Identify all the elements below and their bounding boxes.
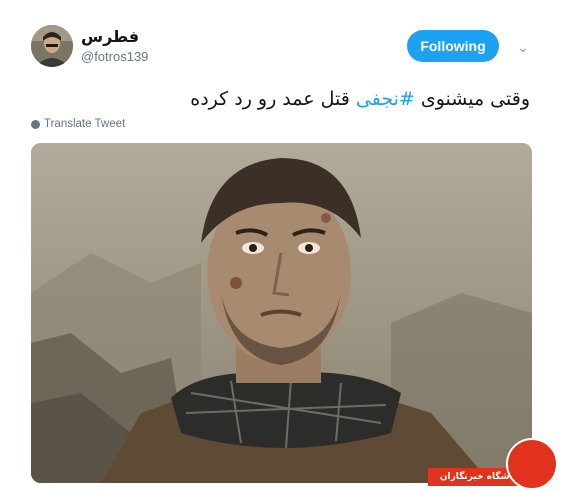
user-handle[interactable]: @fotros139: [81, 48, 148, 66]
tweet-card: فطرس @fotros139 Following ⌄ وقتی میشنوی …: [0, 0, 563, 491]
tweet-text-after: قتل عمد رو رد کرده: [190, 88, 356, 110]
hashtag-link[interactable]: #نجفی: [356, 88, 415, 110]
user-info[interactable]: فطرس @fotros139: [81, 27, 148, 66]
tweet-text: وقتی میشنوی #نجفی قتل عمد رو رد کرده: [190, 86, 530, 112]
following-button[interactable]: Following: [407, 30, 499, 62]
watermark-emblem-icon: [506, 438, 558, 490]
watermark-logo: باشگاه خبرنگاران: [428, 438, 563, 491]
tweet-text-before: وقتی میشنوی: [414, 88, 530, 110]
translate-tweet-link[interactable]: Translate Tweet: [31, 118, 125, 130]
avatar[interactable]: [31, 25, 73, 67]
globe-icon: [31, 119, 40, 129]
tweet-media-image[interactable]: [31, 143, 532, 483]
display-name[interactable]: فطرس: [81, 27, 148, 47]
translate-label: Translate Tweet: [44, 118, 126, 130]
chevron-down-icon[interactable]: ⌄: [513, 37, 533, 57]
